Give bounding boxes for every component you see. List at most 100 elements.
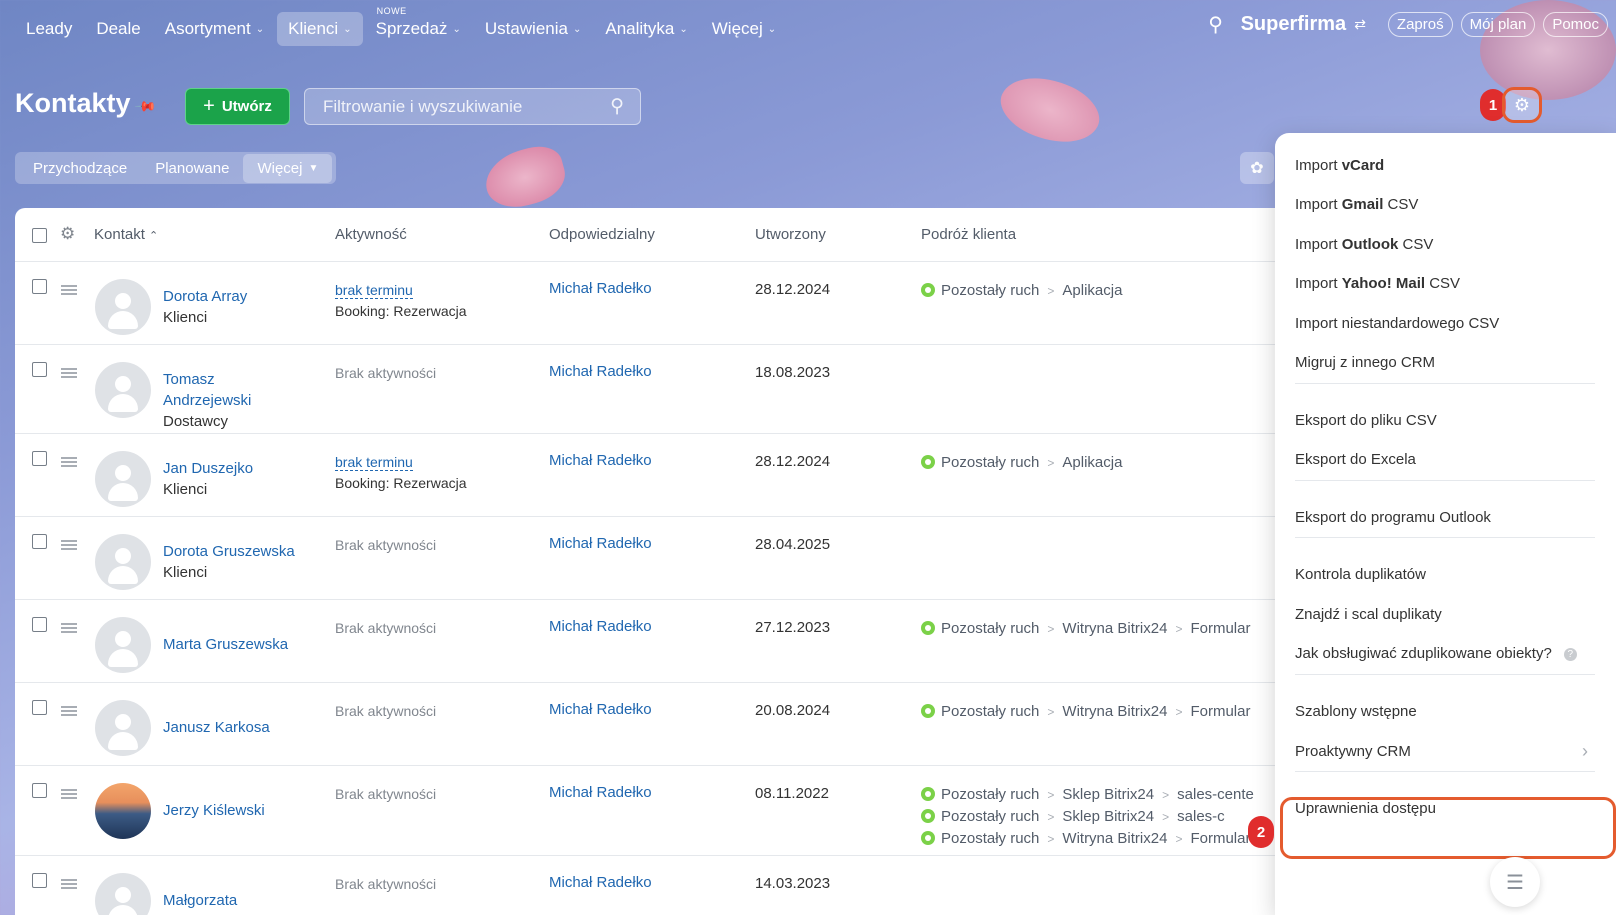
contact-name-link[interactable]: Dorota Array: [163, 286, 247, 307]
avatar[interactable]: [95, 783, 151, 839]
help-button[interactable]: Pomoc: [1543, 12, 1608, 37]
responsible-link[interactable]: Michał Radełko: [549, 535, 652, 552]
avatar[interactable]: [95, 534, 151, 590]
activity-deadline-link[interactable]: brak terminu: [335, 282, 413, 299]
responsible-link[interactable]: Michał Radełko: [549, 452, 652, 469]
avatar[interactable]: [95, 700, 151, 756]
drag-handle-icon[interactable]: [61, 368, 77, 378]
avatar[interactable]: [95, 873, 151, 915]
activity-deadline-link[interactable]: brak terminu: [335, 454, 413, 471]
settings-gear-button[interactable]: ⚙: [1502, 87, 1542, 123]
header-responsible[interactable]: Odpowiedzialny: [549, 226, 655, 243]
responsible-link[interactable]: Michał Radełko: [549, 701, 652, 718]
menu-item[interactable]: Jak obsługiwać zduplikowane obiekty??: [1295, 645, 1577, 662]
row-checkbox[interactable]: [32, 873, 47, 888]
contact-name-link[interactable]: Andrzejewski: [163, 390, 251, 411]
menu-item[interactable]: Eksport do Excela: [1295, 451, 1416, 468]
contact-name-link[interactable]: Małgorzata: [163, 890, 237, 911]
menu-item[interactable]: Import niestandardowego CSV: [1295, 315, 1499, 332]
contact-name-block: Marta Gruszewska: [163, 634, 288, 655]
drag-handle-icon[interactable]: [61, 457, 77, 467]
chevron-right-icon: >: [1047, 705, 1055, 719]
header-contact[interactable]: Kontakt ⌃: [94, 226, 158, 243]
contact-name-link[interactable]: Tomasz: [163, 369, 251, 390]
tab-more[interactable]: Więcej ▼: [243, 153, 333, 183]
nav-item-więcej[interactable]: Więcej ⌄: [701, 12, 787, 46]
header-created[interactable]: Utworzony: [755, 226, 826, 243]
contact-name-link[interactable]: Marta Gruszewska: [163, 634, 288, 655]
company-name[interactable]: Superfirma: [1241, 13, 1347, 36]
menu-item[interactable]: Import Outlook CSV: [1295, 236, 1433, 253]
create-button[interactable]: + Utwórz: [185, 88, 290, 125]
select-all-checkbox[interactable]: [32, 228, 47, 243]
petal-decoration: [992, 61, 1108, 159]
tab-incoming[interactable]: Przychodzące: [19, 154, 141, 183]
avatar[interactable]: [95, 617, 151, 673]
avatar[interactable]: [95, 279, 151, 335]
responsible-link[interactable]: Michał Radełko: [549, 784, 652, 801]
menu-item[interactable]: Proaktywny CRM: [1295, 743, 1411, 760]
drag-handle-icon[interactable]: [61, 285, 77, 295]
nav-item-asortyment[interactable]: Asortyment ⌄: [154, 12, 275, 46]
search-icon[interactable]: ⚲: [610, 95, 624, 118]
nav-item-deale[interactable]: Deale: [85, 12, 151, 46]
header-journey[interactable]: Podróż klienta: [921, 226, 1016, 243]
nav-item-sprzedaż[interactable]: NOWE Sprzedaż ⌄: [365, 6, 472, 46]
journey-status-icon: [921, 787, 935, 801]
created-date: 14.03.2023: [755, 875, 831, 892]
journey-step: Pozostały ruch: [941, 786, 1040, 803]
row-checkbox[interactable]: [32, 279, 47, 294]
contact-name-block: Małgorzata: [163, 890, 237, 911]
responsible-link[interactable]: Michał Radełko: [549, 874, 652, 891]
journey-status-icon: [921, 809, 935, 823]
filter-search-input[interactable]: Filtrowanie i wyszukiwanie ⚲: [304, 88, 641, 125]
menu-item[interactable]: Szablony wstępne: [1295, 703, 1417, 720]
menu-item[interactable]: Migruj z innego CRM: [1295, 354, 1435, 371]
contact-name-link[interactable]: Dorota Gruszewska: [163, 541, 295, 562]
menu-item[interactable]: Eksport do pliku CSV: [1295, 412, 1437, 429]
menu-item[interactable]: Znajdź i scal duplikaty: [1295, 606, 1442, 623]
header-activity[interactable]: Aktywność: [335, 226, 407, 243]
row-checkbox[interactable]: [32, 617, 47, 632]
row-checkbox[interactable]: [32, 783, 47, 798]
avatar[interactable]: [95, 451, 151, 507]
invite-button[interactable]: Zaproś: [1387, 12, 1453, 37]
contact-name-link[interactable]: Jan Duszejko: [163, 458, 253, 479]
row-checkbox[interactable]: [32, 362, 47, 377]
nav-item-klienci[interactable]: Klienci ⌄: [277, 12, 363, 46]
row-checkbox[interactable]: [32, 451, 47, 466]
row-checkbox[interactable]: [32, 700, 47, 715]
contact-name-link[interactable]: Janusz Karkosa: [163, 717, 270, 738]
contact-name-link[interactable]: Jerzy Kiślewski: [163, 800, 265, 821]
ai-icon[interactable]: ✿: [1240, 152, 1274, 184]
menu-item[interactable]: Import vCard: [1295, 157, 1384, 174]
menu-item[interactable]: Kontrola duplikatów: [1295, 566, 1426, 583]
pin-icon[interactable]: 📌: [134, 94, 158, 118]
help-icon[interactable]: ?: [1563, 648, 1577, 661]
drag-handle-icon[interactable]: [61, 540, 77, 550]
journey-path: Pozostały ruch > Witryna Bitrix24 > Formular: [921, 828, 1254, 850]
drag-handle-icon[interactable]: [61, 789, 77, 799]
drag-handle-icon[interactable]: [61, 706, 77, 716]
avatar[interactable]: [95, 362, 151, 418]
gear-icon[interactable]: ⚙: [60, 224, 75, 244]
drag-handle-icon[interactable]: [61, 879, 77, 889]
journey-cell: Pozostały ruch > Witryna Bitrix24 > Formular: [921, 618, 1250, 640]
responsible-link[interactable]: Michał Radełko: [549, 363, 652, 380]
tab-planned[interactable]: Planowane: [141, 154, 243, 183]
search-icon[interactable]: ⚲: [1201, 12, 1231, 37]
menu-item[interactable]: Eksport do programu Outlook: [1295, 509, 1491, 526]
menu-item[interactable]: Import Yahoo! Mail CSV: [1295, 275, 1460, 292]
responsible-link[interactable]: Michał Radełko: [549, 280, 652, 297]
row-checkbox[interactable]: [32, 534, 47, 549]
menu-item[interactable]: Import Gmail CSV: [1295, 196, 1418, 213]
drag-handle-icon[interactable]: [61, 623, 77, 633]
nav-item-leady[interactable]: Leady: [15, 12, 83, 46]
created-date: 08.11.2022: [755, 785, 829, 802]
switch-company-icon[interactable]: ⇄: [1354, 16, 1366, 33]
responsible-link[interactable]: Michał Radełko: [549, 618, 652, 635]
list-icon[interactable]: ☰: [1490, 857, 1540, 907]
my-plan-button[interactable]: Mój plan: [1460, 12, 1536, 37]
nav-item-analityka[interactable]: Analityka ⌄: [594, 12, 698, 46]
nav-item-ustawienia[interactable]: Ustawienia ⌄: [474, 12, 593, 46]
